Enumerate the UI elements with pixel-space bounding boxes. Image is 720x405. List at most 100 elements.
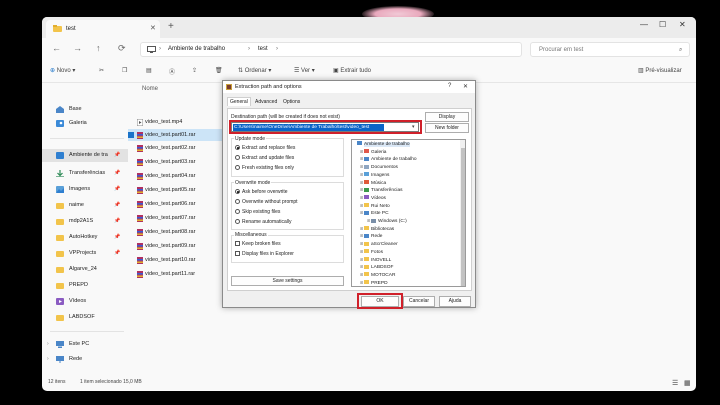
tab-general[interactable]: General <box>227 97 251 106</box>
sidebar-item-autohotkey[interactable]: AutoHotkey 📌 <box>42 231 128 244</box>
checkbox-keep-broken[interactable]: Keep broken files <box>235 241 281 247</box>
tab-test[interactable]: test ✕ <box>46 20 160 38</box>
tree-node[interactable]: ⊞ Transferências <box>360 187 403 193</box>
tree-node-label: aScrCleaner <box>371 242 398 248</box>
expand-chevron-icon[interactable]: › <box>47 356 49 362</box>
new-folder-button[interactable]: New folder <box>425 123 469 133</box>
sidebar-item-vpprojects[interactable]: VPProjects 📌 <box>42 247 128 260</box>
tree-node-label: Ambiente de trabalho <box>371 157 417 163</box>
close-dialog-icon[interactable]: ✕ <box>463 83 468 90</box>
tab-options[interactable]: Options <box>281 98 302 106</box>
radio-overwrite-without-prompt[interactable]: Overwrite without prompt <box>235 199 298 205</box>
tree-node[interactable]: ⊞ aScrCleaner <box>360 241 398 247</box>
tree-scrollbar[interactable] <box>460 140 465 286</box>
view-button[interactable]: ☰ Ver ▾ <box>294 67 315 74</box>
tree-node[interactable]: ⊞ PREPD <box>360 280 388 286</box>
sidebar-item-prepd[interactable]: PREPD <box>42 279 128 292</box>
file-name: video_test.part08.rar <box>145 229 196 235</box>
tree-node[interactable]: ⊞ Galeria <box>360 149 386 155</box>
address-bar[interactable]: › Ambiente de trabalho › test › <box>140 42 522 57</box>
download-icon <box>56 170 64 177</box>
sidebar-item-labdsof[interactable]: LABDSOF <box>42 311 128 324</box>
display-button[interactable]: Display <box>425 112 469 122</box>
search-input[interactable]: Procurar em test <box>539 47 583 53</box>
sidebar-item-algarve[interactable]: Algarve_24 <box>42 263 128 276</box>
delete-icon[interactable]: 🗑 <box>215 67 223 74</box>
sidebar-item-videos[interactable]: Vídeos <box>42 295 128 308</box>
breadcrumb-separator-icon: › <box>159 46 161 52</box>
sidebar-item-galeria[interactable]: Galeria <box>42 117 128 130</box>
scrollbar-thumb[interactable] <box>461 148 465 286</box>
forward-arrow-icon[interactable]: → <box>73 43 82 53</box>
new-button[interactable]: ⊕ Novo ▾ <box>50 67 75 74</box>
tree-node[interactable]: ⊞ LABDSOF <box>360 264 393 270</box>
tree-node[interactable]: ⊞ Documentos <box>360 164 398 170</box>
rename-icon[interactable]: Ⓐ <box>169 67 175 76</box>
help-button[interactable]: Ajuda <box>439 296 471 307</box>
close-tab-icon[interactable]: ✕ <box>150 24 156 32</box>
radio-fresh-only[interactable]: Fresh existing files only <box>235 165 294 171</box>
save-settings-button[interactable]: Save settings <box>231 276 344 286</box>
radio-ask-before[interactable]: Ask before overwrite <box>235 189 288 195</box>
checkbox-display-explorer[interactable]: Display files in Explorer <box>235 251 294 257</box>
paste-icon[interactable]: ▤ <box>146 67 152 74</box>
sidebar-item-network[interactable]: › Rede <box>42 353 128 366</box>
sidebar-item-desktop[interactable]: Ambiente de tra 📌 <box>42 149 128 162</box>
tiles-view-icon[interactable]: ▦ <box>684 379 691 387</box>
breadcrumb-item-test[interactable]: test <box>258 46 268 52</box>
breadcrumb-item-desktop[interactable]: Ambiente de trabalho <box>168 46 225 52</box>
tree-node[interactable]: ⊞ MOTOCAR <box>360 272 395 278</box>
up-arrow-icon[interactable]: ↑ <box>96 43 101 53</box>
radio-extract-replace[interactable]: Extract and replace files <box>235 145 295 151</box>
selection-checkbox[interactable] <box>128 132 134 138</box>
refresh-icon[interactable]: ⟳ <box>118 43 126 54</box>
sidebar-item-label: VPProjects <box>69 250 97 256</box>
sidebar-item-base[interactable]: Base <box>42 103 128 116</box>
folder-tree[interactable]: ⊞ PREPD ⊞ MOTOCAR ⊞ LABDSOF ⊞ INOVELL ⊞ Fotos ⊞ aSc… <box>351 139 466 287</box>
help-icon[interactable]: ? <box>448 83 451 89</box>
radio-skip-existing[interactable]: Skip existing files <box>235 209 280 215</box>
tree-node[interactable]: ⊞ Imagens <box>360 172 389 178</box>
column-header-name[interactable]: Nome <box>142 86 158 92</box>
expand-chevron-icon[interactable]: › <box>47 341 49 347</box>
sidebar-item-label: LABDSOF <box>69 314 95 320</box>
sidebar-item-downloads[interactable]: Transferências 📌 <box>42 167 128 180</box>
new-tab-button[interactable]: + <box>168 21 174 32</box>
tree-node[interactable]: Ambiente de trabalho <box>353 141 410 147</box>
sidebar-item-naime[interactable]: naime 📌 <box>42 199 128 212</box>
tree-node[interactable]: ⊞ Música <box>360 180 386 186</box>
tree-node[interactable]: ⊞ Este PC <box>360 210 389 216</box>
close-window-icon[interactable]: ✕ <box>679 20 686 29</box>
maximize-icon[interactable]: ☐ <box>659 20 666 29</box>
tree-node[interactable]: ⊞ Bibliotecas <box>360 226 394 232</box>
desktop-icon <box>357 141 362 145</box>
radio-extract-update[interactable]: Extract and update files <box>235 155 294 161</box>
tree-node[interactable]: ⊞ INOVELL <box>360 257 391 263</box>
cut-icon[interactable]: ✂ <box>99 67 104 74</box>
minimize-icon[interactable]: — <box>640 20 648 29</box>
radio-selected-icon <box>235 145 240 150</box>
rar-archive-icon <box>137 132 143 139</box>
preview-button[interactable]: ▥ Pré-visualizar <box>638 67 682 74</box>
share-icon[interactable]: ⇪ <box>192 67 197 74</box>
sidebar-item-pictures[interactable]: Imagens 📌 <box>42 183 128 196</box>
extract-label: Extrair tudo <box>340 68 372 74</box>
details-view-icon[interactable]: ☰ <box>672 379 678 387</box>
sidebar-item-mdp2a1s[interactable]: mdp2A1S 📌 <box>42 215 128 228</box>
tab-advanced[interactable]: Advanced <box>253 98 279 106</box>
tree-node[interactable]: ⊞ Rede <box>360 233 382 239</box>
rar-archive-icon <box>137 201 143 208</box>
tree-node[interactable]: ⊞ Fotos <box>360 249 383 255</box>
extract-all-button[interactable]: ▣ Extrair tudo <box>333 67 371 74</box>
tree-node[interactable]: ⊞ Vídeos <box>360 195 386 201</box>
sort-button[interactable]: ⇅ Ordenar ▾ <box>238 67 271 74</box>
tree-node[interactable]: ⊞ Rui Neto <box>360 203 390 209</box>
tree-node[interactable]: ⊞ Windows (C:) <box>367 218 407 224</box>
radio-rename-automatically[interactable]: Rename automatically <box>235 219 291 225</box>
cancel-button[interactable]: Cancelar <box>403 296 435 307</box>
tree-node[interactable]: ⊞ Ambiente de trabalho <box>360 156 417 162</box>
back-arrow-icon[interactable]: ← <box>52 43 61 53</box>
search-box[interactable]: Procurar em test ⌕ <box>530 42 690 57</box>
copy-icon[interactable]: ❐ <box>122 67 127 74</box>
sidebar-item-this-pc[interactable]: › Este PC <box>42 338 128 351</box>
